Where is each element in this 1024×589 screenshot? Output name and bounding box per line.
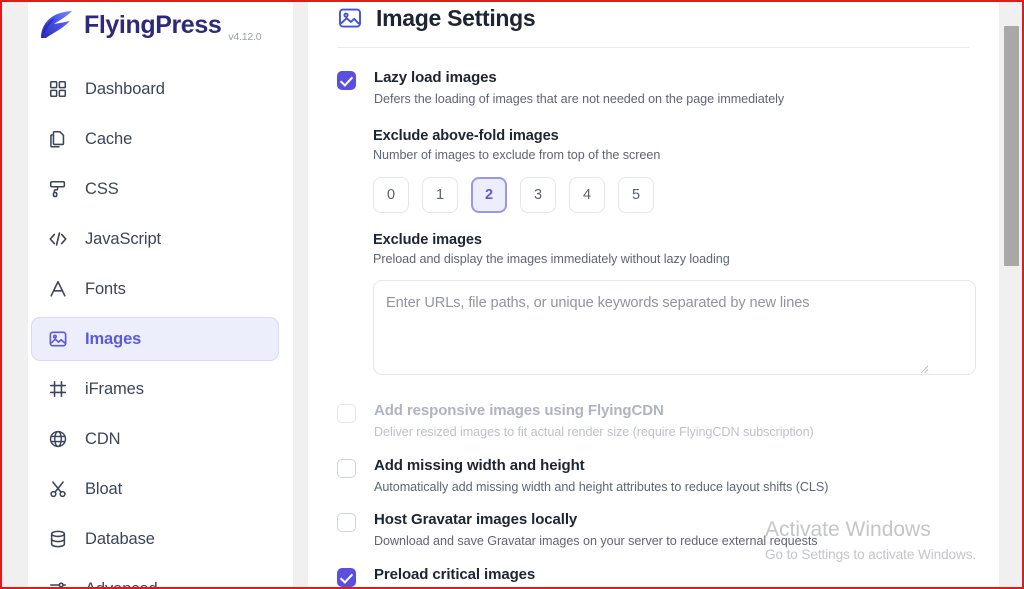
- above-fold-option-4[interactable]: 4: [569, 177, 605, 214]
- section-description: Number of images to exclude from top of …: [373, 148, 661, 163]
- option-text: Host Gravatar images locally Download an…: [374, 511, 818, 549]
- option-title: Lazy load images: [374, 69, 497, 86]
- page-title: Image Settings: [376, 4, 536, 31]
- sidebar-item-dashboard[interactable]: Dashboard: [31, 67, 279, 111]
- sidebar-item-label: CDN: [85, 429, 121, 448]
- sidebar-item-label: Bloat: [85, 479, 123, 498]
- main-panel: Image Settings Lazy load images Defers t…: [308, 2, 999, 587]
- option-description: Automatically add missing width and heig…: [374, 479, 829, 494]
- paint-roller-icon: [47, 178, 69, 200]
- exclude-images-field-wrap: [308, 266, 999, 380]
- option-lazy-load-images[interactable]: Lazy load images Defers the loading of i…: [308, 69, 999, 107]
- panel-header: Image Settings: [308, 2, 999, 34]
- feather-wing-icon: [36, 7, 82, 43]
- brand-version: v4.12.0: [228, 31, 262, 43]
- sidebar-item-label: Images: [85, 329, 142, 348]
- preload-critical-images-checkbox[interactable]: [337, 567, 356, 587]
- option-text: Add responsive images using FlyingCDN De…: [374, 402, 814, 440]
- above-fold-count-selector: 0 1 2 3 4 5: [373, 177, 999, 214]
- sidebar-item-advanced[interactable]: Advanced: [31, 567, 279, 589]
- section-exclude-images: Exclude images Preload and display the i…: [308, 232, 999, 266]
- sidebar-item-javascript[interactable]: JavaScript: [31, 217, 279, 261]
- code-icon: [47, 228, 69, 250]
- option-host-gravatar-locally[interactable]: Host Gravatar images locally Download an…: [308, 511, 999, 549]
- globe-icon: [47, 428, 69, 450]
- sidebar-item-database[interactable]: Database: [31, 517, 279, 561]
- brand-name: FlyingPress: [84, 10, 222, 39]
- option-text: Lazy load images Defers the loading of i…: [374, 69, 784, 107]
- sidebar-item-label: Advanced: [85, 579, 158, 589]
- sidebar-item-fonts[interactable]: Fonts: [31, 267, 279, 311]
- exclude-images-textarea[interactable]: [373, 280, 976, 376]
- sidebar-item-cdn[interactable]: CDN: [31, 417, 279, 461]
- option-description: Defers the loading of images that are no…: [374, 91, 785, 106]
- option-description: Download and save Gravatar images on you…: [374, 534, 818, 549]
- section-title: Exclude images: [373, 232, 482, 249]
- section-description: Preload and display the images immediate…: [373, 252, 730, 267]
- sidebar-item-label: Cache: [85, 129, 133, 148]
- add-missing-width-height-checkbox[interactable]: [337, 458, 356, 478]
- above-fold-option-3[interactable]: 3: [520, 177, 556, 214]
- database-icon: [47, 528, 69, 550]
- header-divider: [337, 47, 969, 48]
- page-scrollbar-track[interactable]: [1003, 4, 1020, 587]
- sidebar-item-cache[interactable]: Cache: [31, 117, 279, 161]
- option-description: Deliver resized images to fit actual ren…: [374, 425, 814, 440]
- section-exclude-above-fold: Exclude above-fold images Number of imag…: [308, 128, 999, 214]
- lazy-load-images-checkbox[interactable]: [337, 71, 356, 90]
- brand-logo[interactable]: FlyingPress v4.12.0: [28, 2, 293, 48]
- above-fold-option-0[interactable]: 0: [373, 177, 409, 214]
- option-title: Host Gravatar images locally: [374, 511, 578, 529]
- sidebar-item-css[interactable]: CSS: [31, 167, 279, 211]
- scissors-icon: [47, 478, 69, 500]
- option-preload-critical-images[interactable]: Preload critical images Preload images n…: [308, 565, 999, 587]
- font-letter-icon: [47, 278, 69, 300]
- option-add-responsive-images: Add responsive images using FlyingCDN De…: [308, 402, 999, 440]
- page-scrollbar-thumb[interactable]: [1004, 26, 1019, 266]
- sidebar-item-label: Fonts: [85, 279, 126, 298]
- grid-icon: [47, 78, 69, 100]
- screenshot-frame: FlyingPress v4.12.0 Dashboard Cache CSS …: [0, 0, 1024, 589]
- image-icon: [337, 5, 363, 31]
- sidebar-item-label: iFrames: [85, 379, 144, 398]
- sidebar-item-label: Dashboard: [85, 79, 165, 98]
- section-title: Exclude above-fold images: [373, 128, 559, 145]
- host-gravatar-locally-checkbox[interactable]: [337, 513, 356, 533]
- frame-icon: [47, 378, 69, 400]
- option-text: Add missing width and height Automatical…: [374, 457, 828, 495]
- sidebar: FlyingPress v4.12.0 Dashboard Cache CSS …: [28, 2, 293, 589]
- option-title: Add missing width and height: [374, 456, 585, 474]
- option-title: Add responsive images using FlyingCDN: [374, 402, 664, 420]
- image-icon: [47, 328, 69, 350]
- above-fold-option-1[interactable]: 1: [422, 177, 458, 214]
- sidebar-item-images[interactable]: Images: [31, 317, 279, 361]
- sidebar-item-iframes[interactable]: iFrames: [31, 367, 279, 411]
- sidebar-item-label: CSS: [85, 179, 119, 198]
- option-title: Preload critical images: [374, 565, 536, 583]
- copy-icon: [47, 128, 69, 150]
- option-text: Preload critical images Preload images n…: [374, 565, 937, 587]
- sidebar-item-bloat[interactable]: Bloat: [31, 467, 279, 511]
- sidebar-nav: Dashboard Cache CSS JavaScript Fonts Ima…: [28, 67, 293, 589]
- sidebar-item-label: Database: [85, 529, 155, 548]
- sidebar-item-label: JavaScript: [85, 229, 162, 248]
- option-add-missing-width-height[interactable]: Add missing width and height Automatical…: [308, 457, 999, 495]
- above-fold-option-5[interactable]: 5: [618, 177, 654, 214]
- sliders-icon: [47, 578, 69, 587]
- above-fold-option-2[interactable]: 2: [471, 177, 507, 214]
- add-responsive-images-checkbox: [337, 404, 356, 424]
